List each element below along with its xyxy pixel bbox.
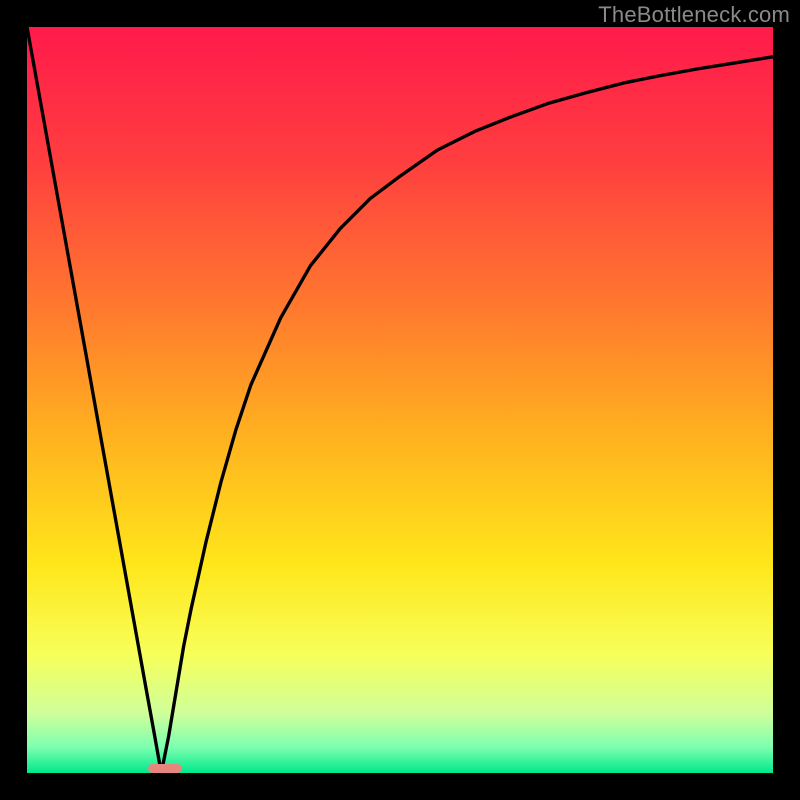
right-branch-curve (161, 57, 773, 773)
watermark-text: TheBottleneck.com (598, 2, 790, 28)
outer-frame: TheBottleneck.com (0, 0, 800, 800)
left-branch-curve (27, 27, 161, 773)
optimum-marker (148, 764, 182, 773)
plot-area (27, 27, 773, 773)
curve-layer (27, 27, 773, 773)
